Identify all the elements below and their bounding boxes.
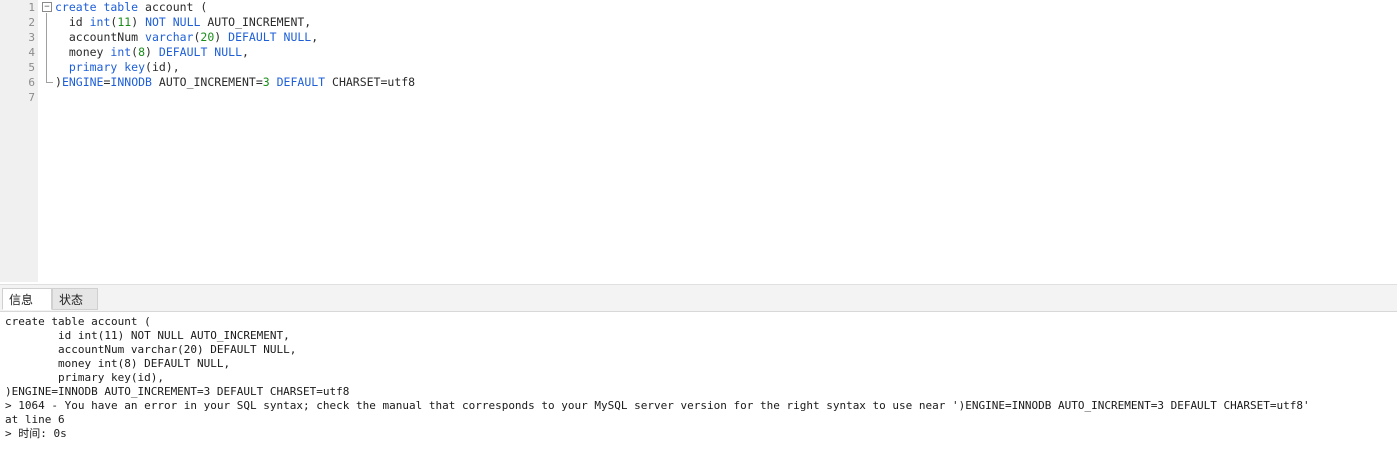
sql-keyword: DEFAULT NULL [158, 45, 242, 59]
code-line[interactable]: 7 [0, 90, 1397, 105]
sql-token: account ( [138, 0, 208, 14]
code-line[interactable]: 3 accountNum varchar(20) DEFAULT NULL, [0, 30, 1397, 45]
sql-keyword: int [89, 15, 111, 29]
sql-token: id [55, 15, 90, 29]
code-text: )ENGINE=INNODB AUTO_INCREMENT=3 DEFAULT … [55, 75, 415, 90]
code-line[interactable]: 1 create table account ( [0, 0, 1397, 15]
sql-keyword: varchar [145, 30, 194, 44]
sql-token: , [242, 45, 249, 59]
sql-number: 8 [138, 45, 146, 59]
sql-keyword: DEFAULT NULL [228, 30, 312, 44]
sql-keyword: NOT NULL [145, 15, 201, 29]
line-number: 7 [28, 91, 35, 104]
output-line: )ENGINE=INNODB AUTO_INCREMENT=3 DEFAULT … [5, 385, 350, 398]
message-output: create table account ( id int(11) NOT NU… [0, 312, 1397, 462]
sql-token: ) [214, 30, 229, 44]
sql-keyword: INNODB [110, 75, 152, 89]
line-number: 4 [28, 46, 35, 59]
result-tabs: 信息 状态 [0, 284, 1397, 312]
sql-number: 11 [117, 15, 132, 29]
sql-token: ) [55, 75, 62, 89]
line-number: 3 [28, 31, 35, 44]
tab-status[interactable]: 状态 [52, 288, 98, 310]
sql-token: money [55, 45, 111, 59]
line-number: 2 [28, 16, 35, 29]
code-text: accountNum varchar(20) DEFAULT NULL, [55, 30, 318, 45]
code-text: money int(8) DEFAULT NULL, [55, 45, 249, 60]
line-number: 1 [28, 1, 35, 14]
sql-token: CHARSET=utf8 [325, 75, 416, 89]
output-line: accountNum varchar(20) DEFAULT NULL, [5, 343, 297, 356]
code-line[interactable]: 2 id int(11) NOT NULL AUTO_INCREMENT, [0, 15, 1397, 30]
code-line[interactable]: 6 )ENGINE=INNODB AUTO_INCREMENT=3 DEFAULT… [0, 75, 1397, 90]
sql-keyword: create table [55, 0, 139, 14]
sql-token: ) [145, 45, 159, 59]
sql-token: (id), [145, 60, 180, 74]
line-number: 6 [28, 76, 35, 89]
code-text: id int(11) NOT NULL AUTO_INCREMENT, [55, 15, 311, 30]
output-line: id int(11) NOT NULL AUTO_INCREMENT, [5, 329, 290, 342]
output-line: > 1064 - You have an error in your SQL s… [5, 399, 1310, 412]
code-line[interactable]: 5 primary key(id), [0, 60, 1397, 75]
code-text: primary key(id), [55, 60, 180, 75]
sql-token: AUTO_INCREMENT= [151, 75, 263, 89]
sql-number: 3 [262, 75, 270, 89]
sql-keyword: int [110, 45, 132, 59]
sql-token: ) [131, 15, 146, 29]
line-number: 5 [28, 61, 35, 74]
output-line: money int(8) DEFAULT NULL, [5, 357, 231, 370]
sql-keyword: primary key [68, 60, 146, 74]
output-line: at line 6 [5, 413, 65, 426]
sql-keyword: ENGINE [61, 75, 104, 89]
code-line[interactable]: 4 money int(8) DEFAULT NULL, [0, 45, 1397, 60]
sql-editor[interactable]: − 1 create table account (2 id int(11) NO… [0, 0, 1397, 282]
output-line: primary key(id), [5, 371, 164, 384]
sql-token: accountNum [55, 30, 146, 44]
sql-keyword: DEFAULT [276, 75, 326, 89]
output-line: > 时间: 0s [5, 427, 67, 440]
sql-number: 20 [200, 30, 215, 44]
output-line: create table account ( [5, 315, 151, 328]
sql-token: AUTO_INCREMENT, [200, 15, 312, 29]
tab-info[interactable]: 信息 [2, 288, 52, 310]
sql-token: , [311, 30, 319, 44]
code-text: create table account ( [55, 0, 207, 15]
